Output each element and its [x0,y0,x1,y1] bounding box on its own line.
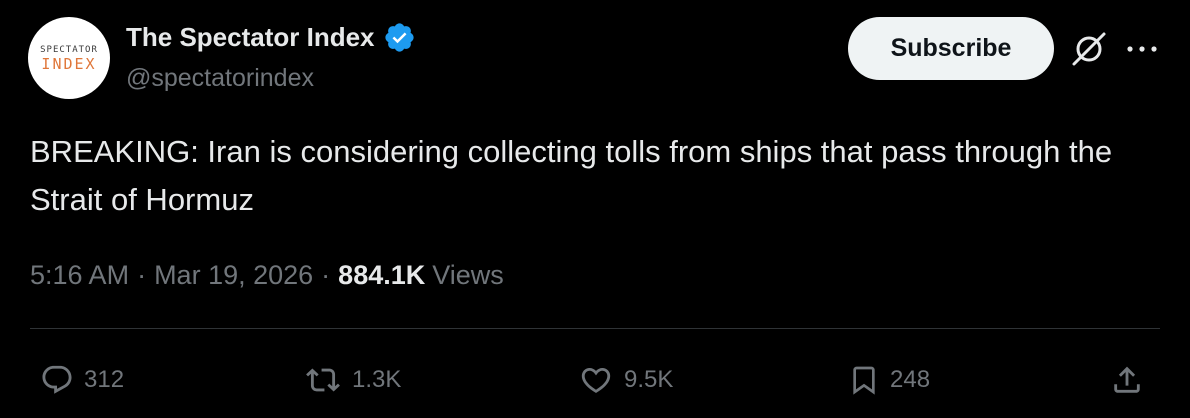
divider [30,328,1160,329]
reply-button[interactable]: 312 [40,360,124,400]
reply-count: 312 [84,366,125,393]
like-count: 9.5K [624,366,674,393]
repost-button[interactable]: 1.3K [304,360,401,400]
tweet-date[interactable]: Mar 19, 2026 [154,260,313,291]
more-options-icon[interactable] [1124,40,1160,58]
avatar-logo-top: SPECTATOR [40,44,98,55]
grok-icon[interactable] [1068,30,1110,68]
like-icon [578,363,614,397]
tweet-text: BREAKING: Iran is considering collecting… [30,134,1113,217]
views-count[interactable]: 884.1K [338,260,425,291]
reply-icon [40,363,74,397]
bookmark-button[interactable]: 248 [848,360,930,400]
share-button[interactable] [1110,360,1144,400]
share-icon [1110,363,1144,397]
author-name-row: The Spectator Index [126,21,416,53]
author-display-name[interactable]: The Spectator Index [126,22,375,53]
meta-separator: · [321,259,331,290]
author-handle[interactable]: @spectatorindex [126,64,314,93]
repost-icon [304,363,342,397]
verified-badge-icon[interactable] [383,21,416,54]
subscribe-button[interactable]: Subscribe [848,17,1054,80]
like-button[interactable]: 9.5K [578,360,673,400]
repost-count: 1.3K [352,366,402,393]
bookmark-icon [848,362,880,398]
bookmark-count: 248 [890,366,931,393]
views-label[interactable]: Views [432,260,504,291]
meta-separator: · [137,259,147,290]
tweet-time[interactable]: 5:16 AM [30,260,129,291]
avatar[interactable]: SPECTATOR INDEX [28,17,110,99]
avatar-logo-bottom: INDEX [41,54,97,73]
tweet-meta: 5:16 AM · Mar 19, 2026 · 884.1K Views [30,255,504,295]
